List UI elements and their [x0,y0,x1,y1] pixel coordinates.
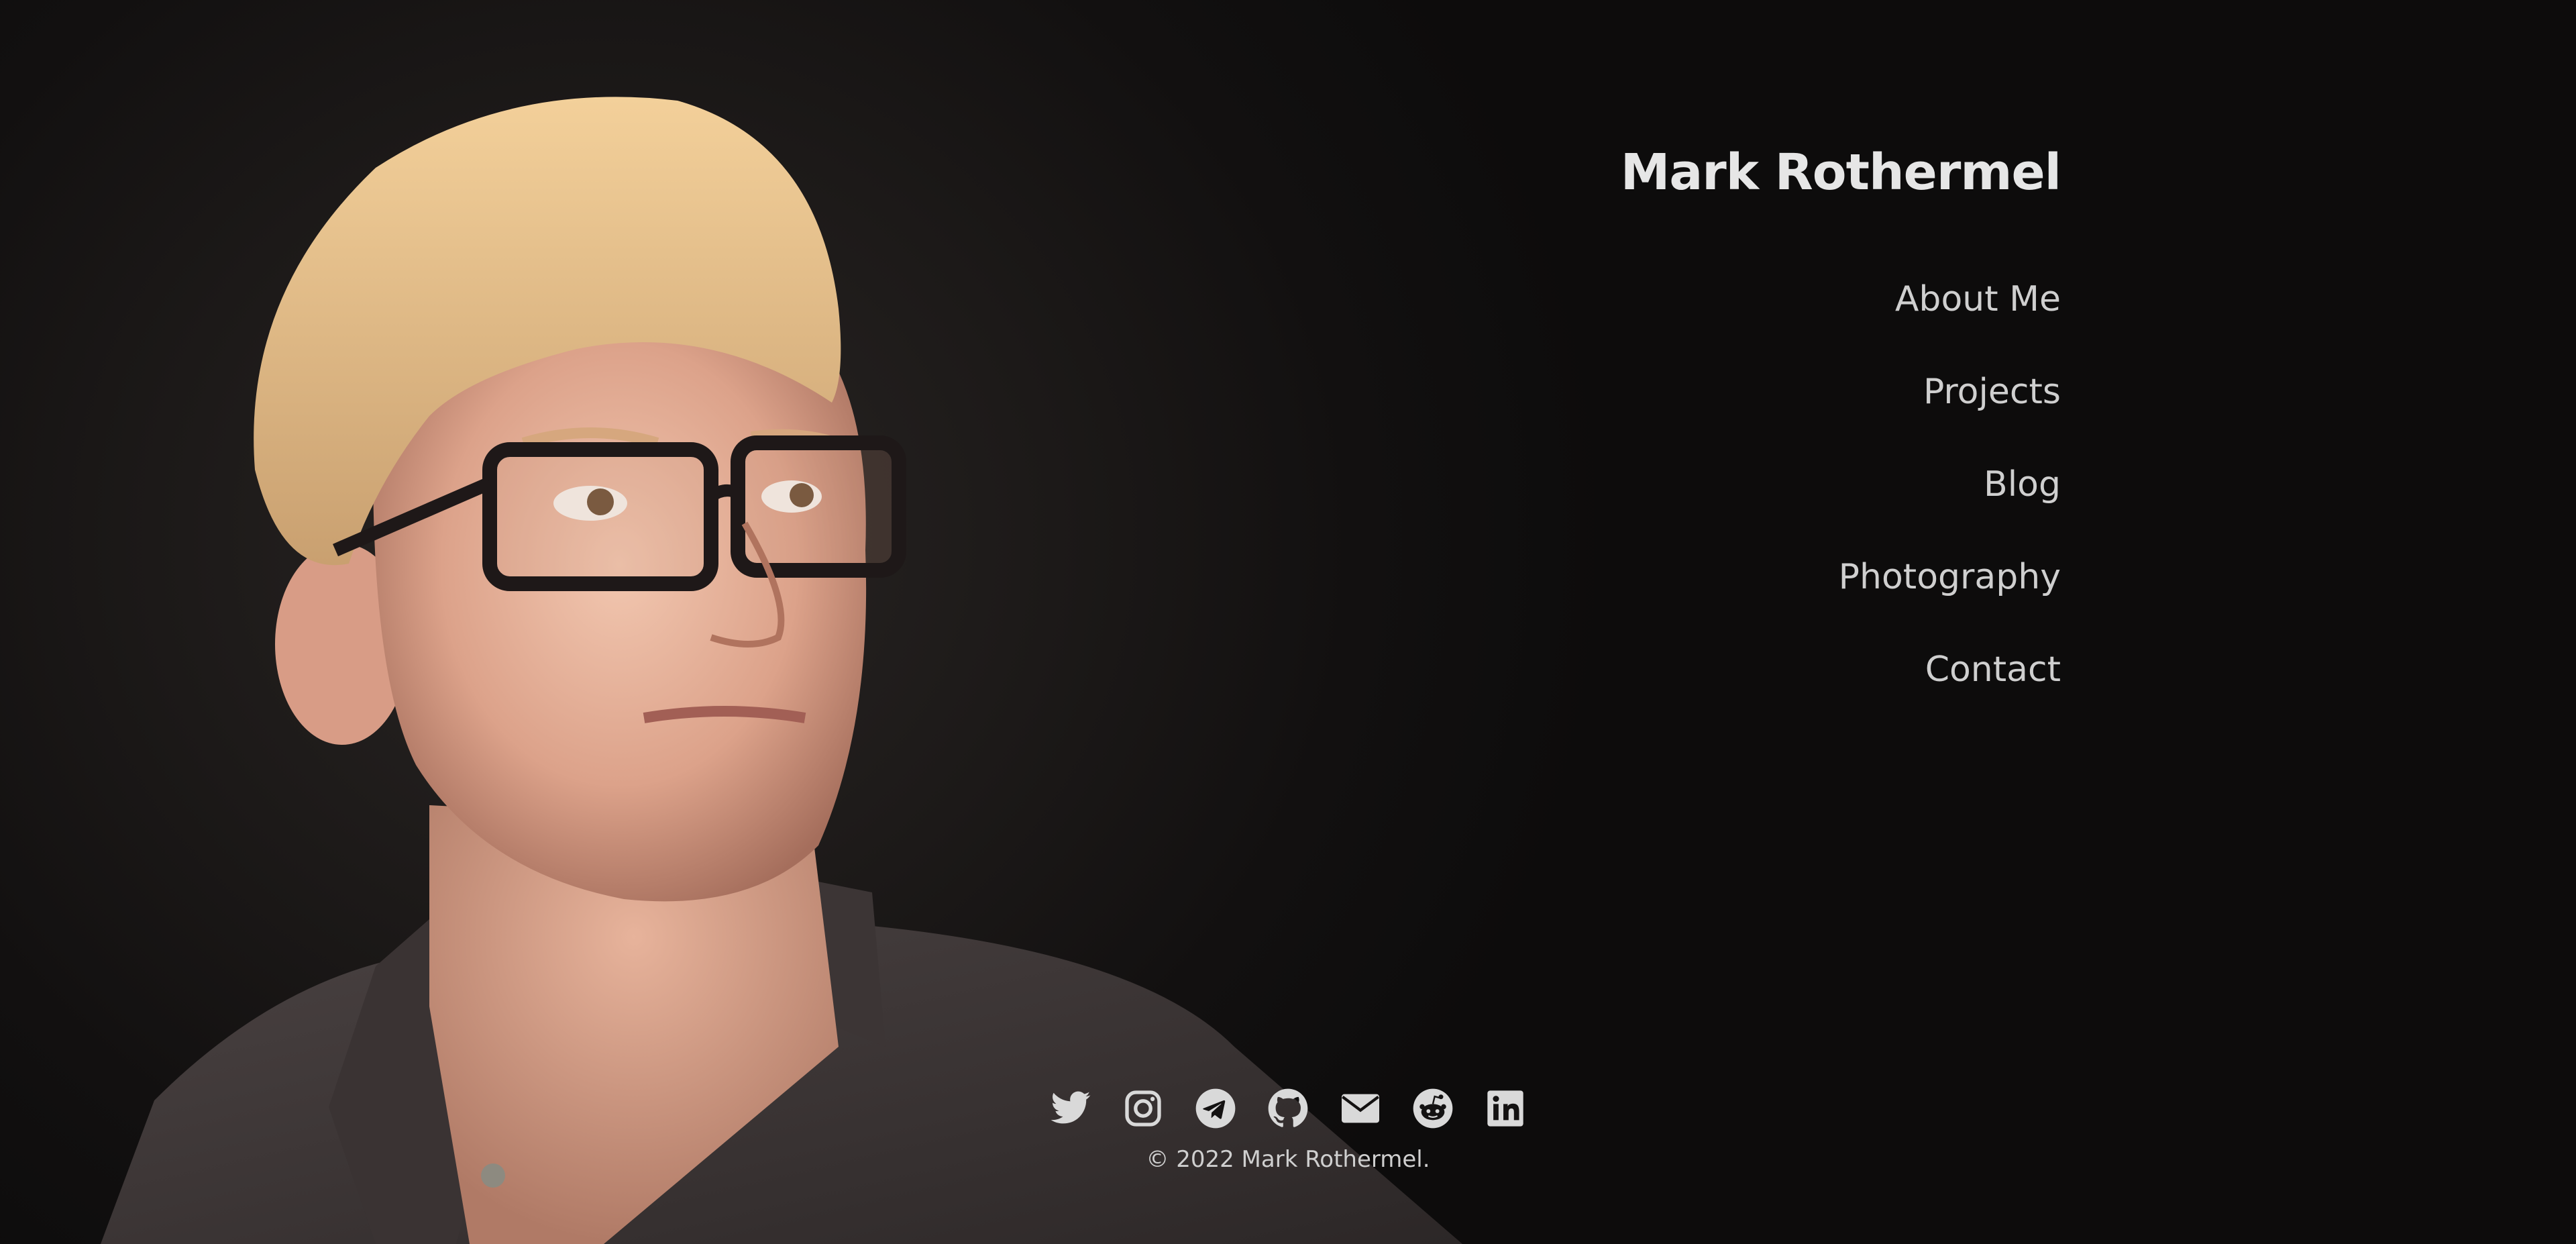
email-icon [1342,1094,1379,1123]
main-nav: About Me Projects Blog Photography Conta… [1610,268,2061,731]
reddit-link[interactable] [1411,1087,1454,1130]
nav-link-blog[interactable]: Blog [1984,464,2061,505]
instagram-icon [1125,1090,1161,1127]
page: Mark Rothermel About Me Projects Blog Ph… [0,0,2576,1244]
twitter-icon [1051,1091,1091,1124]
site-title[interactable]: Mark Rothermel [1610,144,2061,201]
nav-link-projects[interactable]: Projects [1923,372,2061,412]
social-links [1046,1087,1529,1133]
linkedin-link[interactable] [1484,1087,1527,1130]
linkedin-icon [1487,1090,1523,1127]
nav-link-photography[interactable]: Photography [1839,557,2061,597]
instagram-link[interactable] [1122,1087,1165,1130]
github-link[interactable] [1267,1087,1309,1130]
nav-item-about-me: About Me [1610,268,2061,361]
nav-link-about-me[interactable]: About Me [1895,279,2061,319]
nav-item-photography: Photography [1610,546,2061,639]
nav-item-blog: Blog [1610,454,2061,546]
github-icon [1268,1088,1308,1127]
email-link[interactable] [1339,1087,1382,1130]
portrait-photo [101,97,1462,1244]
nav-link-contact[interactable]: Contact [1925,650,2061,690]
twitter-link[interactable] [1049,1087,1092,1130]
copyright-text: © 2022 Mark Rothermel. [1146,1146,1430,1173]
nav-item-contact: Contact [1610,639,2061,731]
reddit-icon [1413,1088,1453,1129]
nav-item-projects: Projects [1610,361,2061,454]
telegram-link[interactable] [1194,1087,1237,1130]
telegram-icon [1195,1088,1236,1129]
